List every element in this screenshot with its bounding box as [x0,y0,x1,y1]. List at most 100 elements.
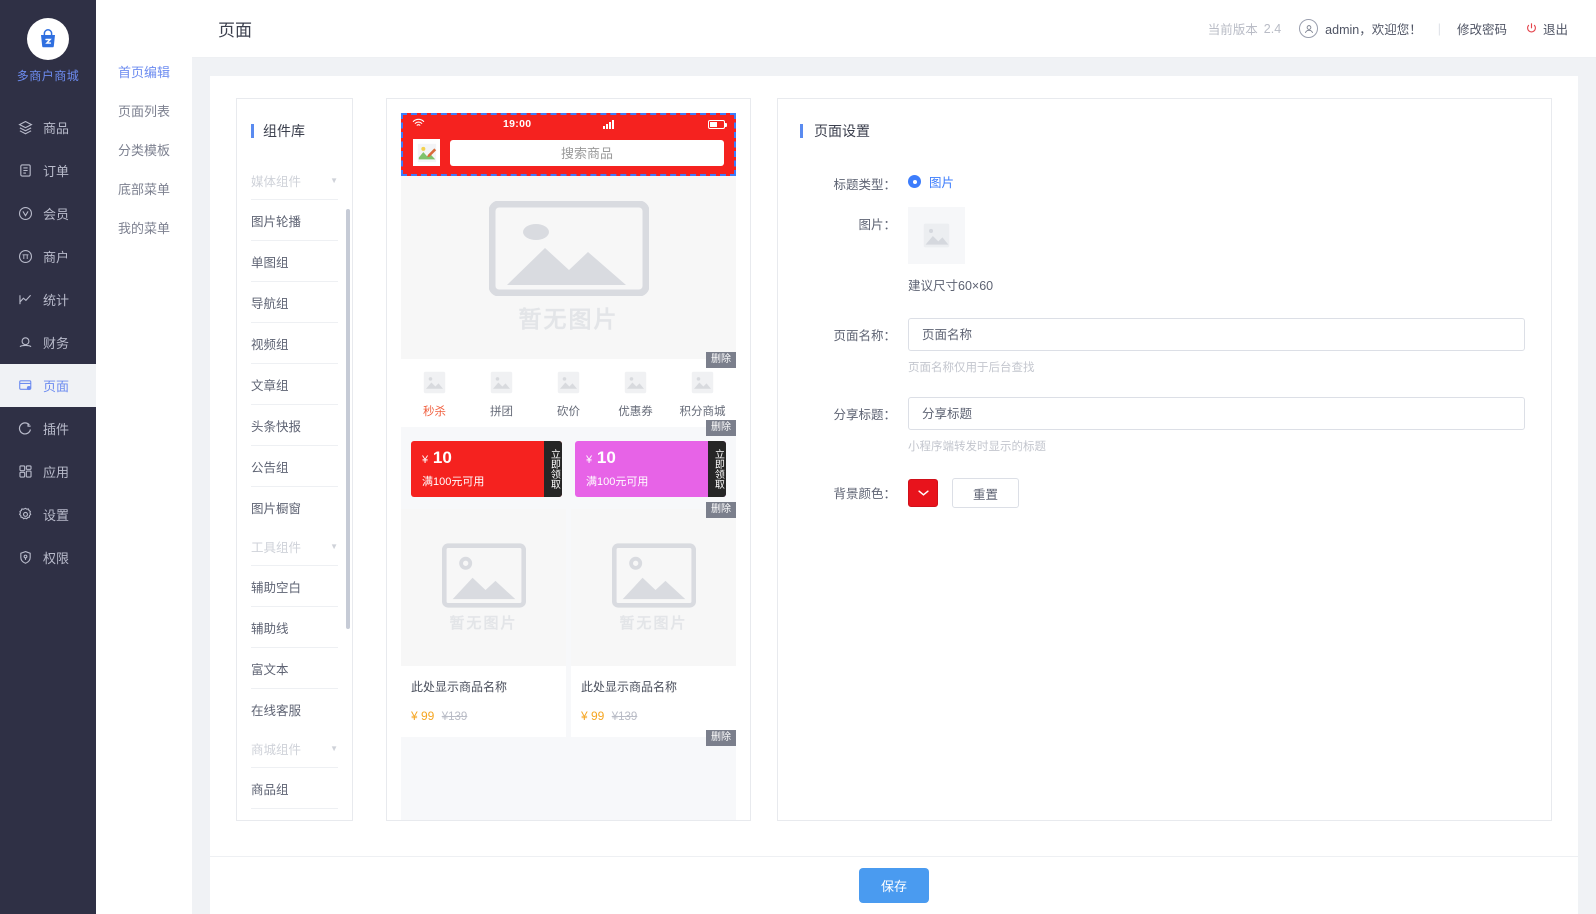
sidebar-item-members[interactable]: 会员 [0,192,96,235]
editor-panel: 组件库 媒体组件 ▼ 图片轮播 单图组 导航组 视频组 文章组 头条快报 公告组… [210,76,1578,914]
topbar: 页面 当前版本 2.4 admin，欢迎您！ | 修改密码 退出 [192,0,1596,58]
delete-badge[interactable]: 删除 [706,729,736,746]
page-settings-panel: 页面设置 标题类型： 图片 图片： 建议尺寸60×60 页面名称： 页面名称 页… [777,98,1552,821]
sidebar-item-pages[interactable]: 页面 [0,358,96,407]
delete-badge[interactable]: 删除 [706,419,736,436]
good-price: ¥ 99 ¥139 [581,709,726,723]
lib-item-divider-line[interactable]: 辅助线 [251,606,338,647]
image-size-hint: 建议尺寸60×60 [908,279,994,293]
preview-search-row: 搜索商品 [401,135,736,176]
accent-bar-icon [251,124,254,138]
lib-item-online-service[interactable]: 在线客服 [251,688,338,729]
delete-badge[interactable]: 删除 [706,351,736,368]
subnav-item-my-menu[interactable]: 我的菜单 [118,218,170,237]
save-button[interactable]: 保存 [858,868,929,903]
sidebar-item-goods[interactable]: 商品 [0,106,96,149]
sidebar-item-merchants[interactable]: 商户 [0,235,96,278]
lib-item-coupon-group[interactable]: 优惠券组 [251,808,338,820]
coupon-claim-button[interactable]: 立即领取 [708,441,726,497]
component-library-scrollbar[interactable] [346,209,350,629]
sidebar-label: 商户 [43,250,70,265]
image-placeholder-icon [624,371,647,394]
image-placeholder-icon [923,223,950,248]
lib-item-video-group[interactable]: 视频组 [251,322,338,363]
subnav-item-category-template[interactable]: 分类模板 [118,140,170,159]
good-card[interactable]: 暂无图片 此处显示商品名称 ¥ 99 ¥139 [401,509,566,737]
sidebar-item-permissions[interactable]: 权限 [0,536,96,579]
bg-color-label: 背景颜色： [833,487,896,501]
version-value: 2.4 [1263,21,1282,36]
sidebar-item-finance[interactable]: 财务 [0,321,96,364]
image-placeholder-icon [488,201,649,296]
user-greeting-group[interactable]: admin，欢迎您！ [1299,19,1422,38]
lib-item-announcement-group[interactable]: 公告组 [251,445,338,486]
brand-name: 多商户商城 [16,69,80,83]
sidebar-item-stats[interactable]: 统计 [0,278,96,321]
lib-item-image-showcase[interactable]: 图片橱窗 [251,486,338,527]
logout-label: 退出 [1542,23,1568,37]
sidebar-item-settings[interactable]: 设置 [0,493,96,536]
preview-coupon-component[interactable]: ¥ 10 满100元可用 立即领取 ¥ 10 满100元可用 立即领取 删除 [401,427,736,518]
preview-logo-image[interactable] [413,139,440,166]
coupon-amount: ¥ 10 [586,449,708,466]
image-placeholder-icon [557,371,580,394]
sidebar-item-orders[interactable]: 订单 [0,149,96,192]
good-card[interactable]: 暂无图片 此处显示商品名称 ¥ 99 ¥139 [571,509,736,737]
change-password-link[interactable]: 修改密码 [1457,19,1507,38]
sidebar-item-apps[interactable]: 应用 [0,450,96,493]
lib-item-single-image[interactable]: 单图组 [251,240,338,281]
coupon-claim-button[interactable]: 立即领取 [544,441,562,497]
nav-cell[interactable]: 秒杀 [401,370,468,419]
nav-cell[interactable]: 拼团 [468,370,535,419]
lib-item-article-group[interactable]: 文章组 [251,363,338,404]
preview-header-component[interactable]: 19:00 搜索商品 [401,113,736,176]
color-picker-swatch[interactable] [908,479,938,507]
no-image-text: 暂无图片 [518,306,619,332]
component-library-header: 组件库 [251,99,338,161]
apps-grid-icon [16,463,34,481]
preview-nav-grid-component[interactable]: 秒杀 拼团 砍价 优惠券 积分商城 删除 [401,359,736,436]
subnav-item-home-edit[interactable]: 首页编辑 [118,62,170,81]
lib-item-goods-group[interactable]: 商品组 [251,767,338,808]
lib-item-blank-space[interactable]: 辅助空白 [251,565,338,606]
form-row-page-name: 页面名称： 页面名称仅用于后台查找 [800,318,1525,375]
delete-badge[interactable]: 删除 [706,501,736,518]
share-title-input[interactable] [908,397,1525,430]
title-type-radio-group[interactable]: 图片 [908,167,1525,191]
version-label: 当前版本 [1207,23,1258,37]
nav-cell[interactable]: 砍价 [535,370,602,419]
nav-cell[interactable]: 积分商城 [669,370,736,419]
accent-bar-icon [800,124,803,138]
lib-item-nav-group[interactable]: 导航组 [251,281,338,322]
nav-cell[interactable]: 优惠券 [602,370,669,419]
title-type-option-label: 图片 [929,176,955,190]
lib-item-rich-text[interactable]: 富文本 [251,647,338,688]
preview-goods-component[interactable]: 暂无图片 此处显示商品名称 ¥ 99 ¥139 暂无图片 此处显示商品名称 ¥ … [401,509,736,746]
lib-group-media[interactable]: 媒体组件 ▼ [251,161,338,199]
lib-group-mall[interactable]: 商城组件 ▼ [251,729,338,767]
subnav-item-page-list[interactable]: 页面列表 [118,101,170,120]
reset-color-button[interactable]: 重置 [952,478,1020,508]
preview-search-box[interactable]: 搜索商品 [450,139,724,166]
secondary-nav: 首页编辑 页面列表 分类模板 底部菜单 我的菜单 [96,0,192,914]
good-meta: 此处显示商品名称 ¥ 99 ¥139 [571,666,736,737]
page-name-input[interactable] [908,318,1525,351]
coupon-card[interactable]: ¥ 10 满100元可用 立即领取 [575,441,726,497]
coupon-card[interactable]: ¥ 10 满100元可用 立即领取 [411,441,562,497]
logout-button[interactable]: 退出 [1525,19,1568,38]
preview-banner-component[interactable]: 暂无图片 删除 [401,176,736,368]
chevron-down-icon: ▼ [330,176,338,185]
page-window-icon [16,377,34,395]
wifi-icon [412,118,425,131]
bg-color-field: 重置 [908,476,1525,508]
lib-group-tools[interactable]: 工具组件 ▼ [251,527,338,565]
image-upload-button[interactable] [908,207,965,264]
radio-selected-icon[interactable] [908,175,921,188]
sidebar-label: 应用 [43,465,70,480]
sidebar-item-plugins[interactable]: 插件 [0,407,96,450]
subnav-item-bottom-menu[interactable]: 底部菜单 [118,179,170,198]
status-time: 19:00 [503,118,532,130]
form-row-image: 图片： 建议尺寸60×60 [800,207,1525,294]
lib-item-headline-news[interactable]: 头条快报 [251,404,338,445]
lib-item-image-carousel[interactable]: 图片轮播 [251,199,338,240]
